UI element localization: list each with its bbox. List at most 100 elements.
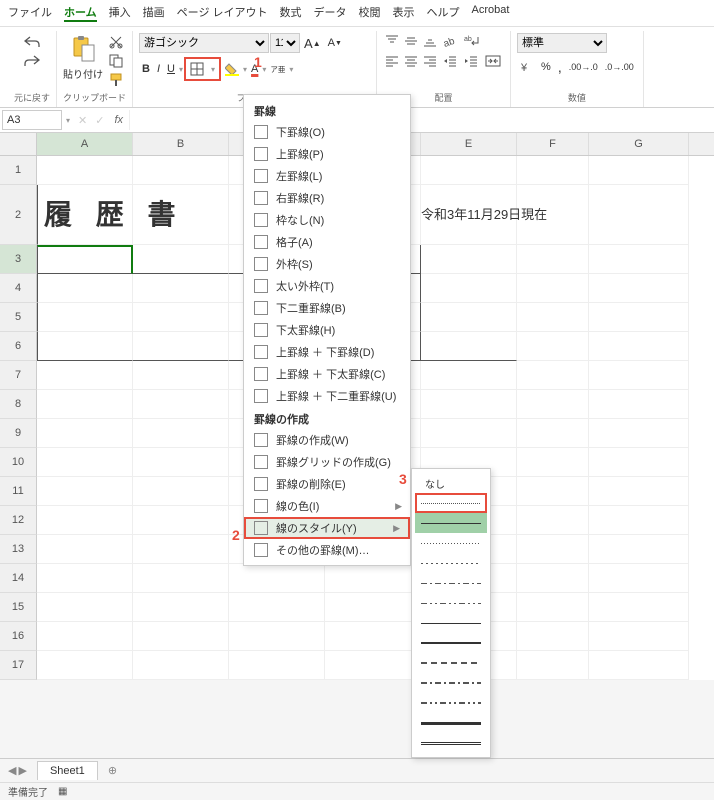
cell-G2[interactable] bbox=[589, 185, 689, 245]
cell-A6[interactable] bbox=[37, 332, 133, 361]
cell-G10[interactable] bbox=[589, 448, 689, 477]
decrease-indent-button[interactable] bbox=[440, 53, 460, 69]
line-style-thick[interactable] bbox=[415, 713, 487, 733]
cell-B1[interactable] bbox=[133, 156, 229, 185]
cell-G12[interactable] bbox=[589, 506, 689, 535]
phonetic-button[interactable]: ア亜 bbox=[267, 62, 288, 77]
cell-F16[interactable] bbox=[517, 622, 589, 651]
cell-B9[interactable] bbox=[133, 419, 229, 448]
cell-B6[interactable] bbox=[133, 332, 229, 361]
font-size-select[interactable]: 11 bbox=[270, 33, 300, 53]
cell-G8[interactable] bbox=[589, 390, 689, 419]
cell-D17[interactable] bbox=[325, 651, 421, 680]
menu-view[interactable]: 表示 bbox=[393, 4, 415, 22]
orientation-button[interactable]: ab bbox=[440, 33, 460, 49]
cell-B16[interactable] bbox=[133, 622, 229, 651]
cell-E2[interactable]: 令和3年11月29日現在 bbox=[421, 185, 517, 245]
align-bottom-button[interactable] bbox=[421, 33, 439, 49]
border-item-2[interactable]: 左罫線(L) bbox=[244, 165, 410, 187]
cell-A16[interactable] bbox=[37, 622, 133, 651]
cell-E4[interactable] bbox=[421, 274, 517, 303]
border-item-0[interactable]: 下罫線(O) bbox=[244, 121, 410, 143]
cell-F10[interactable] bbox=[517, 448, 589, 477]
row-header-9[interactable]: 9 bbox=[0, 419, 37, 448]
cell-G9[interactable] bbox=[589, 419, 689, 448]
increase-decimal-button[interactable]: .00→.0 bbox=[566, 60, 601, 74]
border-item-10[interactable]: 上罫線 ＋ 下罫線(D) bbox=[244, 341, 410, 363]
cell-A10[interactable] bbox=[37, 448, 133, 477]
cell-F11[interactable] bbox=[517, 477, 589, 506]
cell-B12[interactable] bbox=[133, 506, 229, 535]
percent-button[interactable]: % bbox=[538, 59, 554, 75]
italic-button[interactable]: I bbox=[154, 61, 163, 77]
prev-sheet-button[interactable]: ◀ bbox=[8, 764, 16, 777]
row-header-8[interactable]: 8 bbox=[0, 390, 37, 419]
cell-F7[interactable] bbox=[517, 361, 589, 390]
paste-button[interactable] bbox=[67, 33, 99, 65]
cell-G11[interactable] bbox=[589, 477, 689, 506]
row-header-15[interactable]: 15 bbox=[0, 593, 37, 622]
line-style-medium[interactable] bbox=[415, 633, 487, 653]
cell-B7[interactable] bbox=[133, 361, 229, 390]
cell-D16[interactable] bbox=[325, 622, 421, 651]
border-item-12[interactable]: 上罫線 ＋ 下二重罫線(U) bbox=[244, 385, 410, 407]
menu-insert[interactable]: 挿入 bbox=[109, 4, 131, 22]
row-header-4[interactable]: 4 bbox=[0, 274, 37, 303]
cell-G15[interactable] bbox=[589, 593, 689, 622]
border-item-4[interactable]: 枠なし(N) bbox=[244, 209, 410, 231]
align-left-button[interactable] bbox=[383, 53, 401, 69]
cell-C15[interactable] bbox=[229, 593, 325, 622]
line-style-dash-dot-dot[interactable] bbox=[415, 593, 487, 613]
cell-G4[interactable] bbox=[589, 274, 689, 303]
name-box[interactable]: A3 bbox=[2, 110, 62, 130]
cell-E9[interactable] bbox=[421, 419, 517, 448]
menu-formula[interactable]: 数式 bbox=[280, 4, 302, 22]
number-format-select[interactable]: 標準 bbox=[517, 33, 607, 53]
font-name-select[interactable]: 游ゴシック bbox=[139, 33, 269, 53]
menu-layout[interactable]: ページ レイアウト bbox=[177, 4, 268, 22]
menu-help[interactable]: ヘルプ bbox=[427, 4, 460, 22]
decrease-font-button[interactable]: A▼ bbox=[325, 35, 345, 51]
cell-A4[interactable] bbox=[37, 274, 133, 303]
fill-color-button[interactable] bbox=[222, 60, 242, 78]
cell-E7[interactable] bbox=[421, 361, 517, 390]
undo-button[interactable] bbox=[21, 33, 43, 51]
row-header-6[interactable]: 6 bbox=[0, 332, 37, 361]
cell-F12[interactable] bbox=[517, 506, 589, 535]
cell-F14[interactable] bbox=[517, 564, 589, 593]
cell-A1[interactable] bbox=[37, 156, 133, 185]
cell-C14[interactable] bbox=[229, 564, 325, 593]
cell-F1[interactable] bbox=[517, 156, 589, 185]
cell-B13[interactable] bbox=[133, 535, 229, 564]
row-header-14[interactable]: 14 bbox=[0, 564, 37, 593]
cell-A12[interactable] bbox=[37, 506, 133, 535]
border-draw-item-5[interactable]: その他の罫線(M)… bbox=[244, 539, 410, 561]
cell-G3[interactable] bbox=[589, 245, 689, 274]
column-header-A[interactable]: A bbox=[37, 133, 133, 155]
align-right-button[interactable] bbox=[421, 53, 439, 69]
border-draw-item-2[interactable]: 罫線の削除(E) bbox=[244, 473, 410, 495]
cell-B4[interactable] bbox=[133, 274, 229, 303]
row-header-3[interactable]: 3 bbox=[0, 245, 37, 274]
cell-G16[interactable] bbox=[589, 622, 689, 651]
align-middle-button[interactable] bbox=[402, 33, 420, 49]
cell-A5[interactable] bbox=[37, 303, 133, 332]
cell-F17[interactable] bbox=[517, 651, 589, 680]
border-draw-item-4[interactable]: 線のスタイル(Y)▶ bbox=[244, 517, 410, 539]
cell-C16[interactable] bbox=[229, 622, 325, 651]
border-item-9[interactable]: 下太罫線(H) bbox=[244, 319, 410, 341]
format-painter-button[interactable] bbox=[106, 71, 126, 89]
line-style-medium-dash-dot[interactable] bbox=[415, 673, 487, 693]
next-sheet-button[interactable]: ▶ bbox=[18, 764, 26, 777]
border-draw-item-0[interactable]: 罫線の作成(W) bbox=[244, 429, 410, 451]
cell-E5[interactable] bbox=[421, 303, 517, 332]
cell-D15[interactable] bbox=[325, 593, 421, 622]
row-header-17[interactable]: 17 bbox=[0, 651, 37, 680]
cell-A8[interactable] bbox=[37, 390, 133, 419]
cell-B8[interactable] bbox=[133, 390, 229, 419]
cell-F5[interactable] bbox=[517, 303, 589, 332]
select-all-corner[interactable] bbox=[0, 133, 37, 155]
cell-B10[interactable] bbox=[133, 448, 229, 477]
column-header-G[interactable]: G bbox=[589, 133, 689, 155]
border-item-6[interactable]: 外枠(S) bbox=[244, 253, 410, 275]
